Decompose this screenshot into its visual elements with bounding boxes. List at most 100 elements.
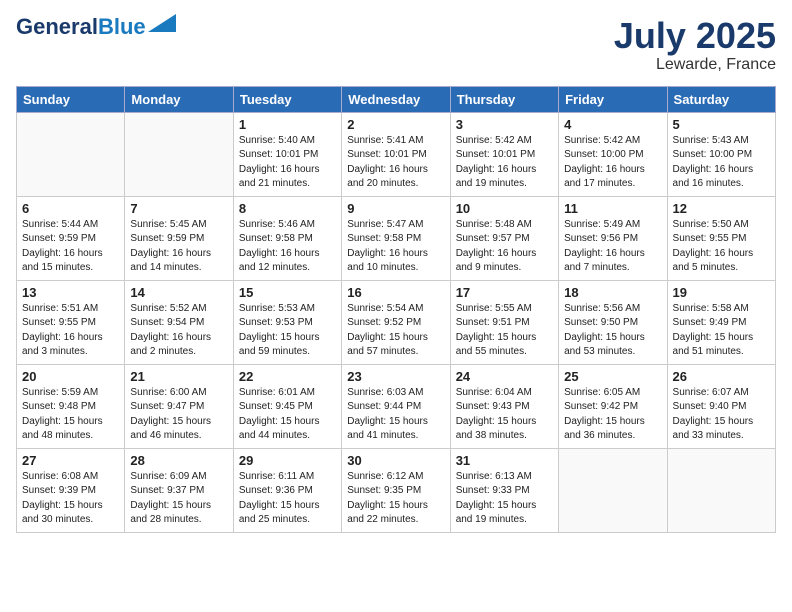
calendar-day: 21 Sunrise: 6:00 AM Sunset: 9:47 PM Dayli… [125, 364, 233, 448]
calendar-day: 26 Sunrise: 6:07 AM Sunset: 9:40 PM Dayli… [667, 364, 775, 448]
day-number: 1 [239, 117, 336, 132]
day-header-saturday: Saturday [667, 86, 775, 112]
calendar-day: 4 Sunrise: 5:42 AM Sunset: 10:00 PM Dayli… [559, 112, 667, 196]
day-number: 22 [239, 369, 336, 384]
calendar-day: 29 Sunrise: 6:11 AM Sunset: 9:36 PM Dayli… [233, 448, 341, 532]
calendar-day: 1 Sunrise: 5:40 AM Sunset: 10:01 PM Dayli… [233, 112, 341, 196]
day-info: Sunrise: 5:48 AM Sunset: 9:57 PM Dayligh… [456, 218, 553, 276]
day-info: Sunrise: 5:55 AM Sunset: 9:51 PM Dayligh… [456, 302, 553, 360]
day-info: Sunrise: 5:51 AM Sunset: 9:55 PM Dayligh… [22, 302, 119, 360]
calendar-day: 13 Sunrise: 5:51 AM Sunset: 9:55 PM Dayli… [17, 280, 125, 364]
calendar-table: SundayMondayTuesdayWednesdayThursdayFrid… [16, 86, 776, 533]
calendar-day: 28Sunrise: 6:09 AM Sunset: 9:37 PM Dayli… [125, 448, 233, 532]
day-info: Sunrise: 5:49 AM Sunset: 9:56 PM Dayligh… [564, 218, 661, 276]
calendar-day [17, 112, 125, 196]
day-info: Sunrise: 5:52 AM Sunset: 9:54 PM Dayligh… [130, 302, 227, 360]
day-info: Sunrise: 5:58 AM Sunset: 9:49 PM Dayligh… [673, 302, 770, 360]
day-header-wednesday: Wednesday [342, 86, 450, 112]
day-header-monday: Monday [125, 86, 233, 112]
calendar-day [125, 112, 233, 196]
day-number: 2 [347, 117, 444, 132]
day-number: 12 [673, 201, 770, 216]
calendar-day: 27 Sunrise: 6:08 AM Sunset: 9:39 PM Dayli… [17, 448, 125, 532]
day-info: Sunrise: 5:40 AM Sunset: 10:01 PM Daylig… [239, 134, 336, 192]
day-info: Sunrise: 6:13 AM Sunset: 9:33 PM Dayligh… [456, 470, 553, 528]
day-number: 8 [239, 201, 336, 216]
calendar-day: 9 Sunrise: 5:47 AM Sunset: 9:58 PM Daylig… [342, 196, 450, 280]
day-info: Sunrise: 5:56 AM Sunset: 9:50 PM Dayligh… [564, 302, 661, 360]
day-info: Sunrise: 5:45 AM Sunset: 9:59 PM Dayligh… [130, 218, 227, 276]
day-header-sunday: Sunday [17, 86, 125, 112]
day-header-tuesday: Tuesday [233, 86, 341, 112]
day-number: 17 [456, 285, 553, 300]
day-info: Sunrise: 5:42 AM Sunset: 10:00 PM Daylig… [564, 134, 661, 192]
day-number: 18 [564, 285, 661, 300]
day-info: Sunrise: 5:47 AM Sunset: 9:58 PM Dayligh… [347, 218, 444, 276]
day-info: Sunrise: 5:43 AM Sunset: 10:00 PM Daylig… [673, 134, 770, 192]
day-number: 13 [22, 285, 119, 300]
day-info: Sunrise: 6:05 AM Sunset: 9:42 PM Dayligh… [564, 386, 661, 444]
day-info: Sunrise: 5:46 AM Sunset: 9:58 PM Dayligh… [239, 218, 336, 276]
calendar-day: 15Sunrise: 5:53 AM Sunset: 9:53 PM Dayli… [233, 280, 341, 364]
day-number: 31 [456, 453, 553, 468]
calendar-day: 8 Sunrise: 5:46 AM Sunset: 9:58 PM Daylig… [233, 196, 341, 280]
day-info: Sunrise: 6:07 AM Sunset: 9:40 PM Dayligh… [673, 386, 770, 444]
calendar-day: 12 Sunrise: 5:50 AM Sunset: 9:55 PM Dayli… [667, 196, 775, 280]
calendar-day: 30 Sunrise: 6:12 AM Sunset: 9:35 PM Dayli… [342, 448, 450, 532]
calendar-week-2: 6Sunrise: 5:44 AM Sunset: 9:59 PM Daylig… [17, 196, 776, 280]
calendar-day: 3 Sunrise: 5:42 AM Sunset: 10:01 PM Dayli… [450, 112, 558, 196]
day-number: 29 [239, 453, 336, 468]
calendar-week-3: 13 Sunrise: 5:51 AM Sunset: 9:55 PM Dayli… [17, 280, 776, 364]
logo-text: GeneralBlue [16, 16, 146, 38]
day-number: 28 [130, 453, 227, 468]
calendar-day: 7 Sunrise: 5:45 AM Sunset: 9:59 PM Daylig… [125, 196, 233, 280]
calendar-day: 19Sunrise: 5:58 AM Sunset: 9:49 PM Dayli… [667, 280, 775, 364]
calendar-day: 22 Sunrise: 6:01 AM Sunset: 9:45 PM Dayli… [233, 364, 341, 448]
day-info: Sunrise: 6:08 AM Sunset: 9:39 PM Dayligh… [22, 470, 119, 528]
day-number: 3 [456, 117, 553, 132]
day-info: Sunrise: 6:04 AM Sunset: 9:43 PM Dayligh… [456, 386, 553, 444]
day-info: Sunrise: 6:03 AM Sunset: 9:44 PM Dayligh… [347, 386, 444, 444]
day-info: Sunrise: 5:54 AM Sunset: 9:52 PM Dayligh… [347, 302, 444, 360]
day-number: 16 [347, 285, 444, 300]
day-number: 9 [347, 201, 444, 216]
day-info: Sunrise: 6:11 AM Sunset: 9:36 PM Dayligh… [239, 470, 336, 528]
day-number: 23 [347, 369, 444, 384]
location: Lewarde, France [614, 56, 776, 74]
calendar-day: 31 Sunrise: 6:13 AM Sunset: 9:33 PM Dayli… [450, 448, 558, 532]
calendar-week-5: 27 Sunrise: 6:08 AM Sunset: 9:39 PM Dayli… [17, 448, 776, 532]
calendar-day: 16 Sunrise: 5:54 AM Sunset: 9:52 PM Dayli… [342, 280, 450, 364]
day-info: Sunrise: 5:42 AM Sunset: 10:01 PM Daylig… [456, 134, 553, 192]
page-header: GeneralBlue July 2025 Lewarde, France [16, 16, 776, 74]
day-number: 24 [456, 369, 553, 384]
day-number: 20 [22, 369, 119, 384]
calendar-day: 6Sunrise: 5:44 AM Sunset: 9:59 PM Daylig… [17, 196, 125, 280]
calendar-week-4: 20 Sunrise: 5:59 AM Sunset: 9:48 PM Dayli… [17, 364, 776, 448]
day-number: 21 [130, 369, 227, 384]
day-number: 10 [456, 201, 553, 216]
day-info: Sunrise: 5:59 AM Sunset: 9:48 PM Dayligh… [22, 386, 119, 444]
logo-icon [148, 14, 176, 32]
calendar-day: 23 Sunrise: 6:03 AM Sunset: 9:44 PM Dayli… [342, 364, 450, 448]
day-info: Sunrise: 6:01 AM Sunset: 9:45 PM Dayligh… [239, 386, 336, 444]
title-block: July 2025 Lewarde, France [614, 16, 776, 74]
calendar-day: 11Sunrise: 5:49 AM Sunset: 9:56 PM Dayli… [559, 196, 667, 280]
calendar-day: 5Sunrise: 5:43 AM Sunset: 10:00 PM Dayli… [667, 112, 775, 196]
day-info: Sunrise: 6:00 AM Sunset: 9:47 PM Dayligh… [130, 386, 227, 444]
day-number: 26 [673, 369, 770, 384]
day-number: 30 [347, 453, 444, 468]
day-number: 14 [130, 285, 227, 300]
month-title: July 2025 [614, 16, 776, 56]
calendar-day: 20 Sunrise: 5:59 AM Sunset: 9:48 PM Dayli… [17, 364, 125, 448]
calendar-day: 14 Sunrise: 5:52 AM Sunset: 9:54 PM Dayli… [125, 280, 233, 364]
day-info: Sunrise: 5:53 AM Sunset: 9:53 PM Dayligh… [239, 302, 336, 360]
calendar-day [559, 448, 667, 532]
calendar-day: 25Sunrise: 6:05 AM Sunset: 9:42 PM Dayli… [559, 364, 667, 448]
day-info: Sunrise: 6:12 AM Sunset: 9:35 PM Dayligh… [347, 470, 444, 528]
day-number: 4 [564, 117, 661, 132]
day-info: Sunrise: 5:50 AM Sunset: 9:55 PM Dayligh… [673, 218, 770, 276]
calendar-week-1: 1 Sunrise: 5:40 AM Sunset: 10:01 PM Dayli… [17, 112, 776, 196]
day-number: 27 [22, 453, 119, 468]
calendar-day [667, 448, 775, 532]
day-number: 7 [130, 201, 227, 216]
